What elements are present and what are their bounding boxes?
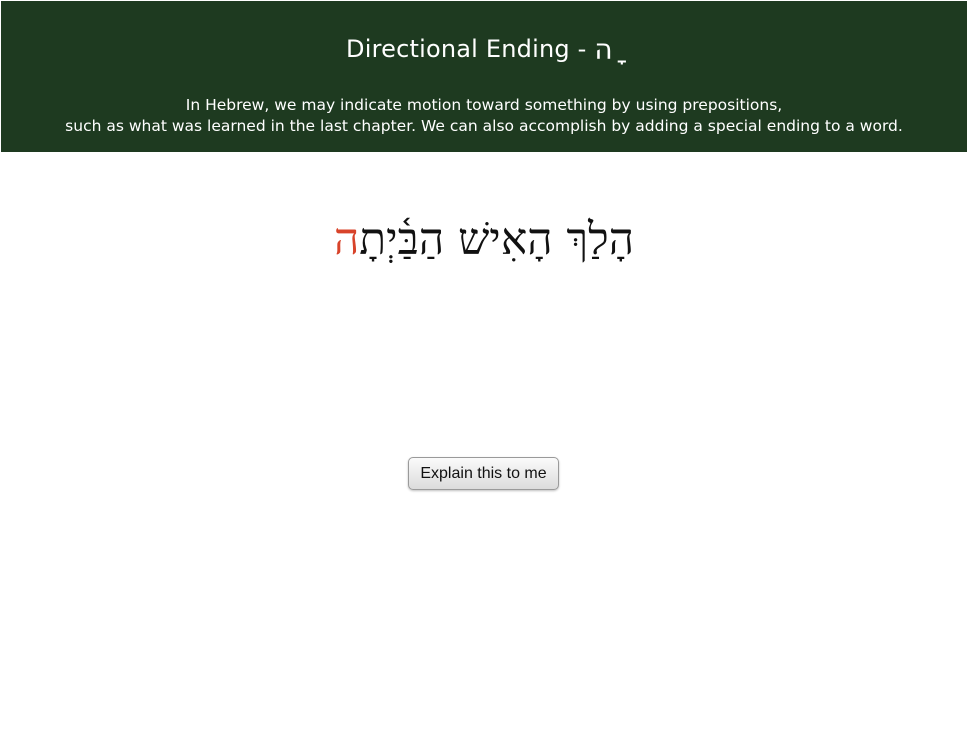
hebrew-example-sentence: הָלַךְ הָאִישׁ הַבַּ֫יְתָה: [0, 208, 968, 272]
lesson-header: Directional Ending - ה ָ In Hebrew, we m…: [1, 1, 967, 152]
intro-text: In Hebrew, we may indicate motion toward…: [1, 95, 967, 137]
sentence-main-text: הָלַךְ הָאִישׁ הַבַּ֫יְתָ: [359, 214, 635, 265]
title-hebrew-suffix: ה ָ: [594, 33, 622, 66]
directional-ending-highlight: ה: [333, 214, 360, 265]
page-title: Directional Ending - ה ָ: [1, 31, 967, 66]
title-text: Directional Ending -: [346, 35, 587, 63]
explain-button[interactable]: Explain this to me: [408, 457, 559, 490]
intro-line-2: such as what was learned in the last cha…: [65, 117, 903, 135]
intro-line-1: In Hebrew, we may indicate motion toward…: [185, 96, 783, 114]
